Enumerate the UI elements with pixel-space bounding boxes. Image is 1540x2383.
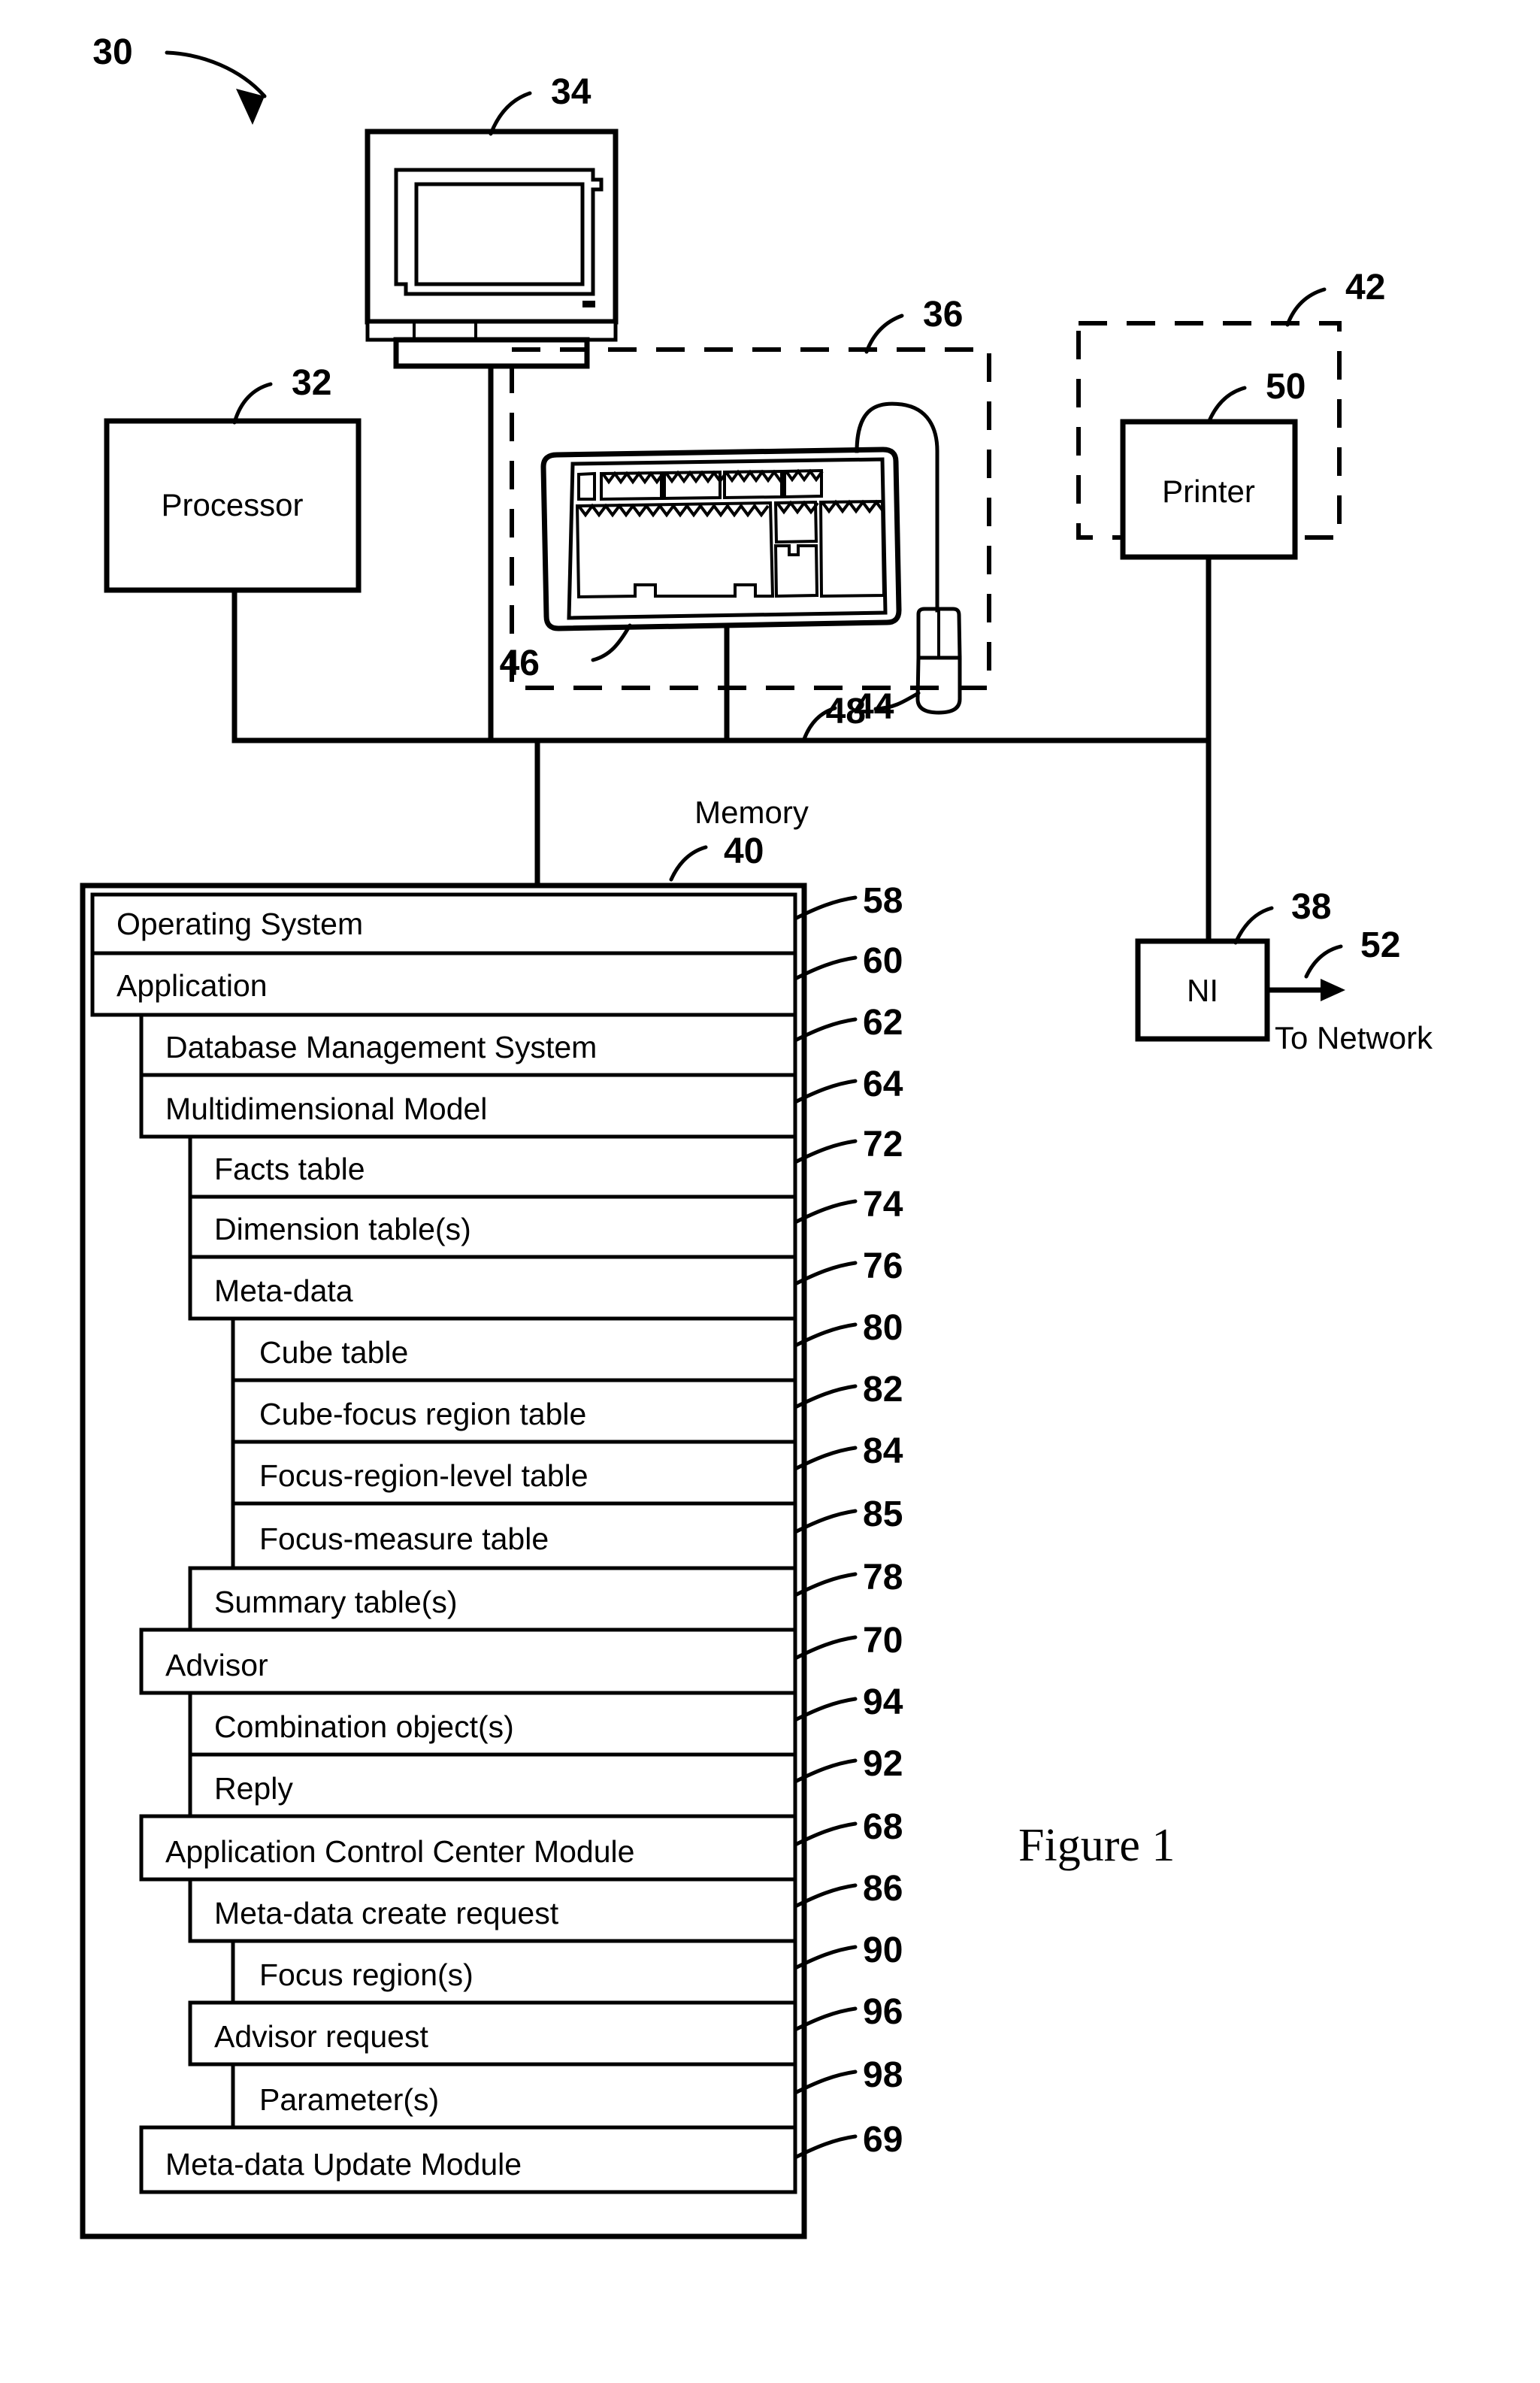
ref-number-86: 86 xyxy=(863,1869,903,1909)
ref-number-60: 60 xyxy=(863,941,903,981)
memory-row-label: Application xyxy=(116,968,268,1003)
ref-number-98: 98 xyxy=(863,2055,903,2095)
ref-number-40: 40 xyxy=(724,831,764,871)
memory-row-label: Reply xyxy=(214,1771,293,1806)
ref-number-32: 32 xyxy=(292,363,331,403)
memory-row-label: Meta-data create request xyxy=(214,1896,559,1930)
ref-number-42: 42 xyxy=(1345,268,1385,307)
memory-row-label: Application Control Center Module xyxy=(165,1834,634,1869)
memory-row-label: Combination object(s) xyxy=(214,1709,514,1744)
monitor-icon xyxy=(365,129,619,743)
processor-block xyxy=(104,418,362,743)
memory-row-label: Focus-region-level table xyxy=(259,1458,588,1493)
ref-number-80: 80 xyxy=(863,1308,903,1348)
memory-row-label: Advisor request xyxy=(214,2019,428,2054)
ref-number-90: 90 xyxy=(863,1930,903,1970)
memory-row-label: Facts table xyxy=(214,1152,365,1186)
ref-number-78: 78 xyxy=(863,1558,903,1597)
ref-number-36: 36 xyxy=(923,295,963,335)
printer-ref-leader xyxy=(1206,386,1247,425)
ref-number-82: 82 xyxy=(863,1370,903,1410)
ref-number-46: 46 xyxy=(500,643,540,683)
io-group-ref-leader xyxy=(864,313,904,354)
memory-row-label: Database Management System xyxy=(165,1030,597,1064)
ni-ref-leader xyxy=(1233,906,1274,945)
patent-figure-page: 30 34 Processor 32 36 46 48 42 Printer 5… xyxy=(0,0,1540,2383)
memory-row-label: Summary table(s) xyxy=(214,1585,458,1619)
system-ref-leader xyxy=(165,50,267,125)
printer-group-ref-leader xyxy=(1285,287,1327,327)
memory-row-label: Advisor xyxy=(165,1648,268,1682)
ref-number-52: 52 xyxy=(1360,925,1400,965)
ref-number-72: 72 xyxy=(863,1125,903,1164)
ref-number-74: 74 xyxy=(863,1185,903,1225)
memory-row-label: Operating System xyxy=(116,907,363,941)
ref-number-70: 70 xyxy=(863,1621,903,1661)
memory-row-label: Parameter(s) xyxy=(259,2082,439,2117)
monitor-ref-leader xyxy=(489,91,532,136)
ref-number-94: 94 xyxy=(863,1682,903,1722)
figure-1-drawing: 30 34 Processor 32 36 46 48 42 Printer 5… xyxy=(80,32,1433,2239)
to-network-label: To Network xyxy=(1275,1020,1433,1055)
ref-number-62: 62 xyxy=(863,1003,903,1043)
ref-number-58: 58 xyxy=(863,881,903,921)
memory-row-label: Multidimensional Model xyxy=(165,1092,487,1126)
ref-number-34: 34 xyxy=(551,72,591,112)
ref-number-30: 30 xyxy=(92,32,132,72)
memory-row-label: Dimension table(s) xyxy=(214,1212,471,1246)
memory-row-label: Meta-data Update Module xyxy=(165,2147,522,2182)
memory-row-label: Focus-measure table xyxy=(259,1522,549,1556)
network-interface-label: NI xyxy=(1187,973,1218,1008)
ref-number-85: 85 xyxy=(863,1494,903,1534)
processor-label: Processor xyxy=(161,487,303,522)
ref-number-92: 92 xyxy=(863,1744,903,1784)
ref-number-44: 44 xyxy=(854,687,894,727)
ref-number-69: 69 xyxy=(863,2120,903,2160)
ref-number-76: 76 xyxy=(863,1246,903,1286)
ref-number-64: 64 xyxy=(863,1064,903,1104)
ref-number-50: 50 xyxy=(1266,367,1306,407)
memory-label: Memory xyxy=(694,795,809,830)
keyboard-ref-leader xyxy=(591,623,632,662)
to-network-arrow xyxy=(1264,944,1345,1001)
memory-row-label: Cube table xyxy=(259,1335,408,1370)
processor-ref-leader xyxy=(232,382,273,425)
memory-row-label: Cube-focus region table xyxy=(259,1397,586,1431)
ref-number-68: 68 xyxy=(863,1807,903,1847)
printer-label: Printer xyxy=(1162,474,1255,509)
memory-ref-leader xyxy=(669,845,708,882)
memory-row-label: Meta-data xyxy=(214,1273,353,1308)
memory-row-label: Focus region(s) xyxy=(259,1958,473,1992)
ref-number-84: 84 xyxy=(863,1431,903,1471)
ref-number-96: 96 xyxy=(863,1992,903,2032)
ref-number-38: 38 xyxy=(1291,887,1331,927)
figure-caption: Figure 1 xyxy=(1018,1820,1175,1871)
